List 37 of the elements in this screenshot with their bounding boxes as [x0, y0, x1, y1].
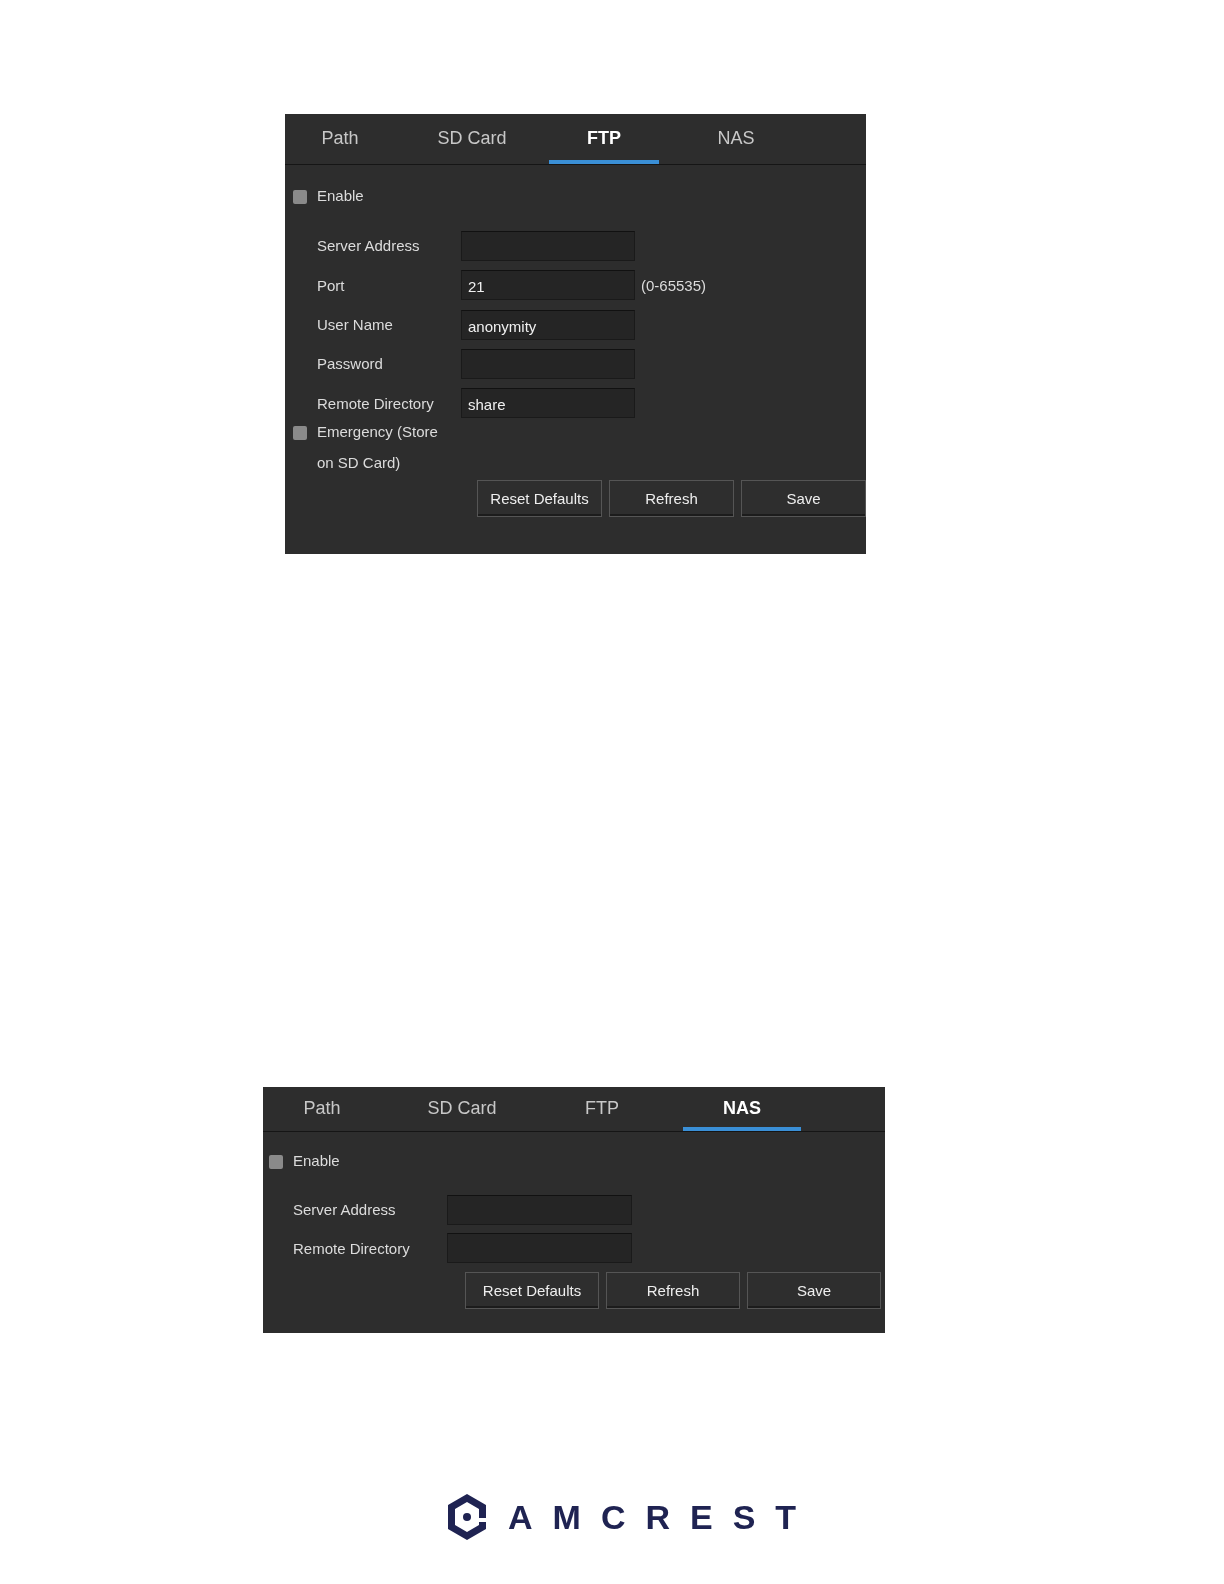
input-field[interactable] [447, 1194, 632, 1225]
field-label: Server Address [317, 237, 421, 255]
input-field[interactable]: anonymity [461, 309, 635, 340]
action-button[interactable]: Reset Defaults [477, 479, 602, 517]
field-label: Port [317, 276, 346, 294]
tab[interactable]: SD Card [417, 114, 527, 164]
tab[interactable]: Path [263, 1087, 381, 1131]
tab[interactable]: SD Card [403, 1087, 521, 1131]
input-field[interactable] [447, 1233, 632, 1264]
input-field[interactable]: share [461, 388, 635, 419]
action-button[interactable]: Save [747, 1271, 881, 1309]
input-field[interactable] [461, 230, 635, 261]
hexagon-logo-icon [448, 1494, 486, 1540]
action-button[interactable]: Refresh [609, 479, 734, 517]
field-label: Remote Directory [317, 394, 435, 412]
tab[interactable]: Path [285, 114, 395, 164]
tab[interactable]: NAS [683, 1087, 801, 1131]
checkbox[interactable] [293, 425, 307, 440]
checkbox-label: Enable [293, 1151, 340, 1171]
field-label: User Name [317, 316, 394, 334]
tab[interactable]: FTP [549, 114, 659, 164]
tab[interactable]: NAS [681, 114, 791, 164]
action-button[interactable]: Save [741, 479, 866, 517]
checkbox[interactable] [293, 190, 307, 204]
brand-wordmark: AMCREST [508, 1497, 817, 1537]
input-field[interactable]: 21 [461, 270, 635, 301]
tab[interactable]: FTP [543, 1087, 661, 1131]
checkbox-label: Emergency (Store on SD Card) [317, 421, 439, 473]
action-button[interactable]: Refresh [606, 1271, 740, 1309]
range-hint: (0-65535) [641, 276, 707, 294]
field-label: Remote Directory [293, 1239, 411, 1257]
checkbox-label: Enable [317, 186, 364, 206]
action-button[interactable]: Reset Defaults [465, 1271, 599, 1309]
field-label: Password [317, 355, 384, 373]
field-label: Server Address [293, 1201, 397, 1219]
checkbox[interactable] [269, 1155, 283, 1169]
input-field[interactable] [461, 348, 635, 379]
